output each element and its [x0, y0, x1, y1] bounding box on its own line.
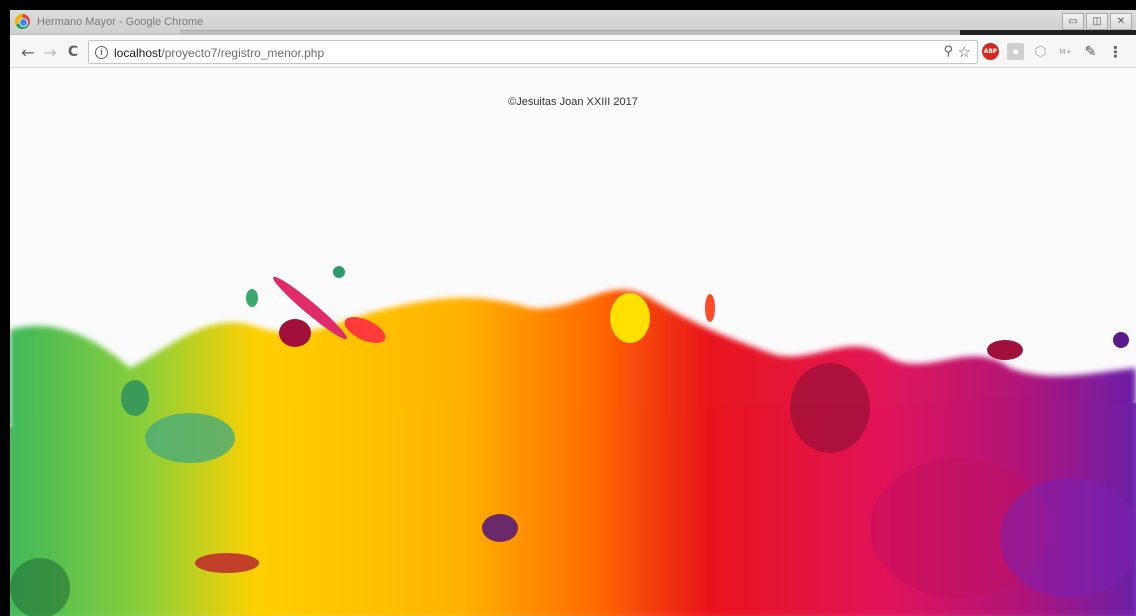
extension-icons: ABP ▪ ⬡ M+ ✎ ⋮	[982, 43, 1124, 61]
url-host: localhost	[114, 46, 162, 60]
restore-button[interactable]: ◫	[1086, 13, 1108, 30]
address-bar[interactable]: i localhost/proyecto7/registro_menor.php…	[88, 40, 978, 64]
minimize-button[interactable]: ▭	[1062, 13, 1084, 30]
window-controls: ▭ ◫ ✕	[1062, 13, 1132, 30]
paint-splash-background	[10, 266, 1136, 616]
shield-extension-icon[interactable]: ⬡	[1032, 43, 1049, 60]
footer-copyright: ©Jesuitas Joan XXIII 2017	[508, 96, 638, 108]
browser-window: Hermano Mayor - Google Chrome ▭ ◫ ✕ ← → …	[10, 10, 1136, 616]
bookmark-star-icon[interactable]: ☆	[958, 43, 971, 61]
page-content: ©Jesuitas Joan XXIII 2017	[10, 68, 1136, 616]
info-icon[interactable]: i	[95, 46, 108, 59]
chrome-logo-icon	[15, 14, 30, 29]
forward-button[interactable]: →	[40, 42, 60, 62]
color-picker-icon[interactable]: ✎	[1082, 43, 1099, 60]
url-text[interactable]: localhost/proyecto7/registro_menor.php	[114, 46, 324, 60]
chrome-menu-icon[interactable]: ⋮	[1107, 43, 1124, 61]
pdf-extension-icon[interactable]: ▪	[1007, 43, 1024, 60]
url-path: /proyecto7/registro_menor.php	[161, 46, 325, 60]
title-bar: Hermano Mayor - Google Chrome ▭ ◫ ✕	[10, 10, 1136, 35]
close-button[interactable]: ✕	[1110, 13, 1132, 30]
browser-toolbar: ← → C i localhost/proyecto7/registro_men…	[10, 35, 1136, 68]
window-title: Hermano Mayor - Google Chrome	[37, 16, 204, 28]
adblock-icon[interactable]: ABP	[982, 43, 999, 60]
zoom-icon[interactable]: ⚲	[943, 44, 953, 59]
back-button[interactable]: ←	[18, 42, 38, 62]
reload-button[interactable]: C	[63, 42, 83, 62]
small-extension-icon[interactable]: M+	[1057, 43, 1074, 60]
